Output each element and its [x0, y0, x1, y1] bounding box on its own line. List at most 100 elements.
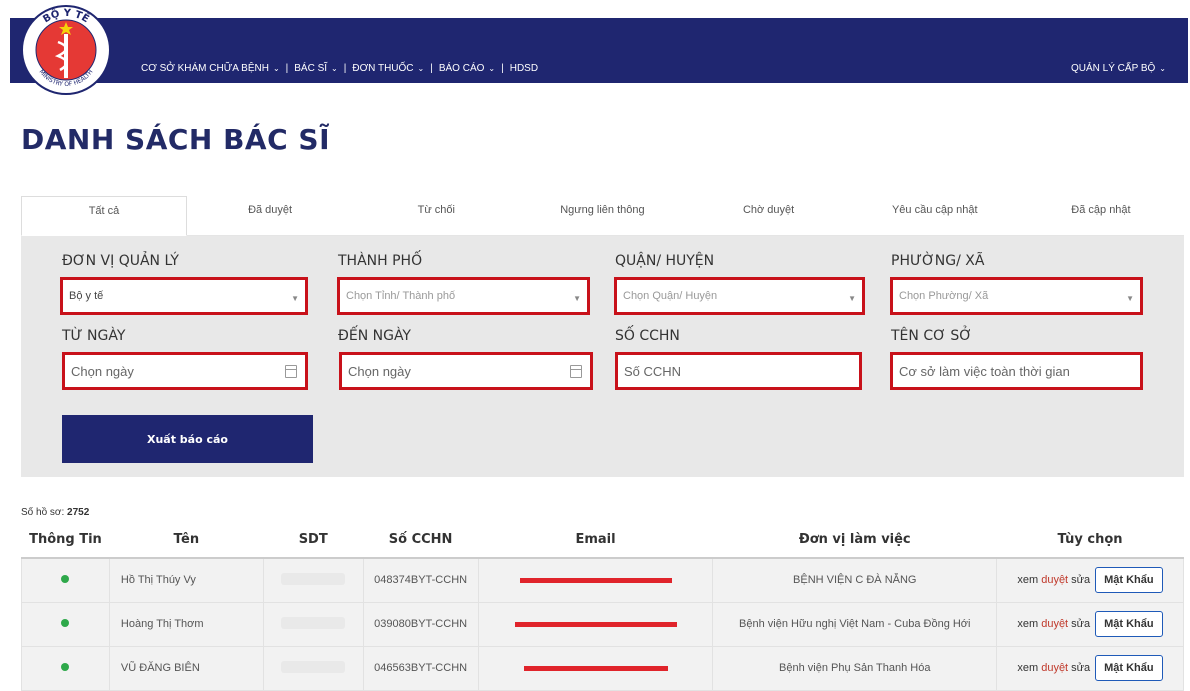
top-navbar: CƠ SỞ KHÁM CHỮA BỆNH ⌄ | BÁC SĨ ⌄ | ĐƠN TH…	[10, 18, 1188, 83]
quan-select[interactable]: Chọn Quận/ Huyện ▼	[614, 277, 865, 315]
caret-down-icon: ▼	[291, 294, 299, 303]
name-cell: VŨ ĐĂNG BIÊN	[108, 645, 264, 691]
status-dot-icon	[61, 663, 70, 671]
tab-da-cap-nhat[interactable]: Đã cập nhật	[1017, 196, 1185, 236]
tab-ngung-lien-thong[interactable]: Ngưng liên thông	[519, 196, 686, 236]
record-count: Số hồ sơ: 2752	[21, 507, 89, 518]
tu-ngay-input[interactable]: Chọn ngày	[62, 352, 308, 390]
status-dot-icon	[61, 575, 70, 584]
tu-ngay-placeholder: Chọn ngày	[71, 363, 134, 379]
admin-menu[interactable]: QUẢN LÝ CẤP BỘ ⌄	[1071, 63, 1166, 74]
cchn-placeholder: Số CCHN	[624, 363, 682, 379]
view-link[interactable]: xem	[1017, 662, 1038, 674]
phone-cell	[262, 645, 364, 691]
table-row[interactable]: VŨ ĐĂNG BIÊN 046563BYT-CCHN Bệnh viện Ph…	[21, 645, 1184, 691]
chevron-down-icon: ⌄	[272, 64, 280, 73]
table-header-row: Thông Tin Tên SDT Số CCHN Email Đơn vị l…	[21, 522, 1184, 559]
den-ngay-label: ĐẾN NGÀY	[338, 328, 411, 344]
nav-hdsd[interactable]: HDSD	[510, 63, 538, 74]
thanh-pho-label: THÀNH PHỐ	[338, 253, 423, 269]
ten-co-so-input[interactable]: Cơ sở làm việc toàn thời gian	[890, 352, 1143, 390]
nav-separator: |	[285, 63, 289, 74]
status-tabs: Tất cả Đã duyệt Từ chối Ngưng liên thông…	[21, 196, 1185, 236]
nav-co-so-label: CƠ SỞ KHÁM CHỮA BỆNH	[141, 63, 269, 74]
col-header-don-vi[interactable]: Đơn vị làm việc	[712, 522, 997, 559]
caret-down-icon: ▼	[848, 294, 856, 303]
nav-separator: |	[430, 63, 433, 74]
email-cell	[477, 601, 714, 647]
admin-menu-label: QUẢN LÝ CẤP BỘ	[1071, 63, 1156, 74]
unit-cell: Bệnh viện Phụ Sản Thanh Hóa	[712, 645, 998, 691]
tab-yeu-cau-cap-nhat[interactable]: Yêu cầu cập nhật	[851, 196, 1018, 236]
cchn-cell: 048374BYT-CCHN	[362, 557, 479, 603]
phuong-label: PHƯỜNG/ XÃ	[891, 253, 985, 269]
quan-label: QUẬN/ HUYỆN	[615, 253, 715, 269]
nav-bac-si[interactable]: BÁC SĨ ⌄	[294, 63, 338, 74]
filter-panel: ĐƠN VỊ QUẢN LÝ Bộ y tế ▼ THÀNH PHỐ Chọn …	[21, 236, 1184, 477]
thanh-pho-select[interactable]: Chọn Tỉnh/ Thành phố ▼	[337, 277, 590, 315]
phone-cell	[262, 557, 364, 603]
tu-ngay-label: TỪ NGÀY	[62, 328, 126, 344]
cchn-input[interactable]: Số CCHN	[615, 352, 862, 390]
ten-co-so-value: Cơ sở làm việc toàn thời gian	[899, 363, 1070, 379]
table-row[interactable]: Hồ Thị Thúy Vy 048374BYT-CCHN BỆNH VIỆN …	[21, 557, 1184, 603]
nav-hdsd-label: HDSD	[509, 63, 539, 74]
status-cell	[21, 645, 110, 691]
unit-cell: BỆNH VIỆN C ĐÀ NẴNG	[712, 557, 998, 603]
redacted-email	[523, 666, 668, 671]
phuong-select[interactable]: Chọn Phường/ Xã ▼	[890, 277, 1143, 315]
view-link[interactable]: xem	[1017, 574, 1038, 586]
table-row[interactable]: Hoàng Thị Thơm 039080BYT-CCHN Bệnh viện …	[21, 601, 1184, 647]
status-cell	[21, 601, 110, 647]
redacted-email	[519, 578, 672, 584]
actions-cell: xem duyệt sửa Mật Khẩu	[996, 645, 1184, 691]
chevron-down-icon: ⌄	[1159, 64, 1166, 73]
password-button[interactable]: Mật Khẩu	[1095, 611, 1163, 637]
record-count-label: Số hồ sơ:	[21, 507, 65, 518]
password-button[interactable]: Mật Khẩu	[1095, 655, 1163, 681]
col-header-tuy-chon[interactable]: Tùy chọn	[996, 522, 1184, 559]
col-header-thong-tin[interactable]: Thông Tin	[21, 522, 110, 559]
unit-cell: Bệnh viện Hữu nghị Việt Nam - Cuba Đồng …	[712, 601, 998, 647]
col-header-ten[interactable]: Tên	[109, 522, 264, 559]
edit-link[interactable]: sửa	[1071, 662, 1090, 674]
chevron-down-icon: ⌄	[488, 64, 496, 73]
thanh-pho-placeholder: Chọn Tỉnh/ Thành phố	[346, 290, 456, 302]
nav-don-thuoc[interactable]: ĐƠN THUỐC ⌄	[352, 63, 424, 74]
actions-cell: xem duyệt sửa Mật Khẩu	[996, 601, 1184, 647]
page-title: DANH SÁCH BÁC SĨ	[21, 123, 330, 156]
edit-link[interactable]: sửa	[1071, 618, 1090, 630]
cchn-cell: 046563BYT-CCHN	[362, 645, 479, 691]
status-cell	[21, 557, 110, 603]
approve-link[interactable]: duyệt	[1041, 618, 1068, 630]
main-nav: CƠ SỞ KHÁM CHỮA BỆNH ⌄ | BÁC SĨ ⌄ | ĐƠN TH…	[141, 63, 538, 74]
ministry-of-health-logo[interactable]: BỘ Y TẾ MINISTRY OF HEALTH	[20, 4, 112, 96]
den-ngay-input[interactable]: Chọn ngày	[339, 352, 593, 390]
view-link[interactable]: xem	[1017, 618, 1038, 630]
nav-separator: |	[343, 63, 347, 74]
nav-bao-cao[interactable]: BÁO CÁO ⌄	[439, 63, 495, 74]
chevron-down-icon: ⌄	[417, 64, 425, 73]
don-vi-select[interactable]: Bộ y tế ▼	[60, 277, 308, 315]
nav-co-so[interactable]: CƠ SỞ KHÁM CHỮA BỆNH ⌄	[141, 63, 280, 74]
calendar-icon[interactable]	[285, 365, 297, 378]
tab-da-duyet[interactable]: Đã duyệt	[187, 196, 354, 236]
calendar-icon[interactable]	[570, 365, 582, 378]
caret-down-icon: ▼	[573, 294, 581, 303]
tab-cho-duyet[interactable]: Chờ duyệt	[685, 196, 852, 236]
approve-link[interactable]: duyệt	[1041, 574, 1068, 586]
approve-link[interactable]: duyệt	[1041, 662, 1068, 674]
col-header-cchn[interactable]: Số CCHN	[363, 522, 479, 559]
record-count-value: 2752	[67, 507, 90, 518]
col-header-email[interactable]: Email	[478, 522, 713, 559]
name-cell: Hồ Thị Thúy Vy	[108, 557, 264, 603]
tab-tu-choi[interactable]: Từ chối	[353, 196, 520, 236]
edit-link[interactable]: sửa	[1071, 574, 1090, 586]
redacted-phone	[281, 616, 346, 629]
tab-tat-ca[interactable]: Tất cả	[21, 196, 187, 236]
export-report-button[interactable]: Xuất báo cáo	[62, 415, 313, 463]
col-header-sdt[interactable]: SDT	[263, 522, 364, 559]
chevron-down-icon: ⌄	[331, 64, 338, 73]
password-button[interactable]: Mật Khẩu	[1095, 567, 1163, 594]
don-vi-value: Bộ y tế	[69, 290, 104, 302]
